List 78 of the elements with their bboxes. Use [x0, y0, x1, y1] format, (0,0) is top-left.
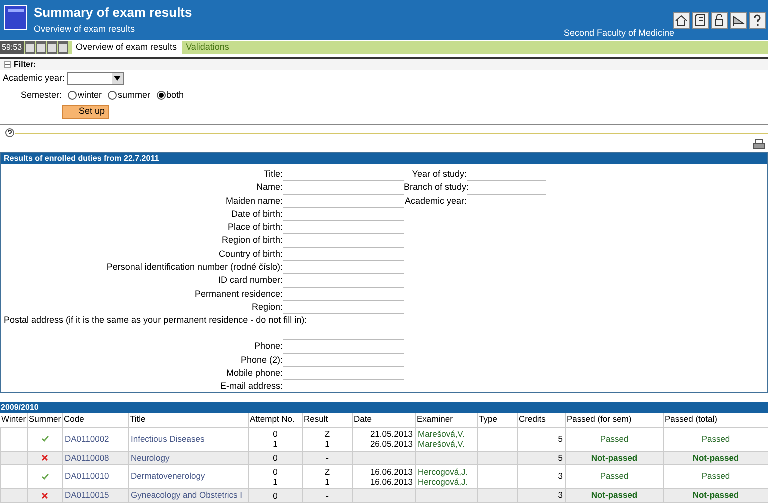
column-header: Type [478, 413, 518, 427]
dropdown-icon [112, 73, 124, 84]
column-header: Credits [518, 413, 566, 427]
credits-cell: 3 [518, 488, 566, 502]
book-icon [4, 5, 28, 31]
attempt-cell: 0 [248, 488, 302, 502]
column-header: Code [62, 413, 128, 427]
column-header: Winter [0, 413, 28, 427]
radio-button[interactable] [156, 90, 166, 100]
result-cell: Z 1 [302, 427, 352, 451]
field-label: Name: [255, 181, 283, 194]
results-title: Results of enrolled duties from 22.7.2011 [4, 152, 160, 164]
tab[interactable]: Overview of exam results [72, 41, 182, 54]
passed-sem-cell: Not-passed [566, 488, 664, 502]
help-icon [5, 128, 15, 138]
credits-cell: 5 [518, 427, 566, 451]
field-label: Phone: [253, 340, 283, 354]
page-title: Summary of exam results [34, 5, 192, 21]
field-label: Postal address (if it is the same as your permanent residence - do not fill in): [3, 314, 308, 328]
field-label: Personal identification number (rodné číslo): [106, 261, 283, 274]
page-subtitle: Overview of exam results [34, 23, 136, 36]
field-label: Mobile phone: [225, 366, 283, 380]
column-header: Summer [28, 413, 62, 427]
semester-label: Semester: [21, 88, 62, 102]
radio-label: summer [118, 88, 151, 102]
radio-button[interactable] [108, 90, 118, 100]
field-label: Region of birth: [220, 234, 283, 248]
field-label: Branch of study: [404, 181, 467, 194]
academic-year-label: Academic year: [3, 72, 66, 85]
radio-label: winter [78, 88, 102, 102]
printer-icon[interactable] [753, 139, 766, 151]
padlock-icon[interactable] [711, 12, 728, 29]
field-label: Place of birth: [226, 221, 283, 234]
field-label: Maiden name: [224, 194, 283, 208]
code-cell[interactable]: DA0110002 [62, 427, 128, 451]
passed-total-cell: Passed [664, 427, 768, 451]
help-icon[interactable] [749, 12, 766, 29]
field-label: Phone (2): [240, 354, 283, 367]
field-label: Region: [250, 300, 283, 314]
passed-total-cell: Not-passed [664, 488, 768, 502]
column-header: Result [302, 413, 352, 427]
session-timer: 59:53 [0, 41, 24, 54]
table-cell [478, 488, 518, 502]
examiner-cell: Marešová,V. Marešová,V. [416, 427, 478, 451]
flag-icon[interactable] [730, 12, 747, 29]
column-header: Attempt No. [248, 413, 302, 427]
column-header: Passed (total) [664, 413, 768, 427]
field-label: Country of birth: [218, 248, 283, 261]
title-cell[interactable]: Infectious Diseases [128, 427, 248, 451]
faculty-name: Second Faculty of Medicine [564, 27, 675, 40]
field-label: E-mail address: [219, 380, 283, 394]
field-label: Academic year: [404, 194, 467, 208]
column-header: Passed (for sem) [566, 413, 664, 427]
tab[interactable]: Validations [181, 41, 234, 54]
table-cell [478, 427, 518, 451]
field-label: Year of study: [411, 168, 467, 181]
column-header: Examiner [416, 413, 478, 427]
passed-sem-cell: Passed [566, 427, 664, 451]
field-label: Date of birth: [230, 208, 283, 221]
attempt-cell: 0 1 [248, 427, 302, 451]
field-label: Permanent residence: [194, 288, 283, 301]
academic-year-select[interactable] [67, 72, 124, 86]
examiner-cell [416, 488, 478, 502]
column-header: Date [352, 413, 416, 427]
radio-label: both [166, 88, 184, 102]
date-cell: 21.05.2013 26.05.2013 [352, 427, 416, 451]
code-cell[interactable]: DA0110015 [62, 488, 128, 502]
column-header: Title [128, 413, 248, 427]
result-cell: - [302, 488, 352, 502]
field-label: ID card number: [217, 274, 283, 288]
field-label: Title: [262, 168, 283, 181]
date-cell [352, 488, 416, 502]
radio-button[interactable] [68, 90, 78, 100]
year-title: 2009/2010 [1, 402, 39, 414]
title-cell[interactable]: Gyneacology and Obstetrics I [128, 488, 248, 502]
filter-title: Filter: [14, 58, 36, 70]
collapse-icon[interactable] [4, 61, 11, 68]
set-up-button[interactable]: Set up [62, 105, 109, 119]
